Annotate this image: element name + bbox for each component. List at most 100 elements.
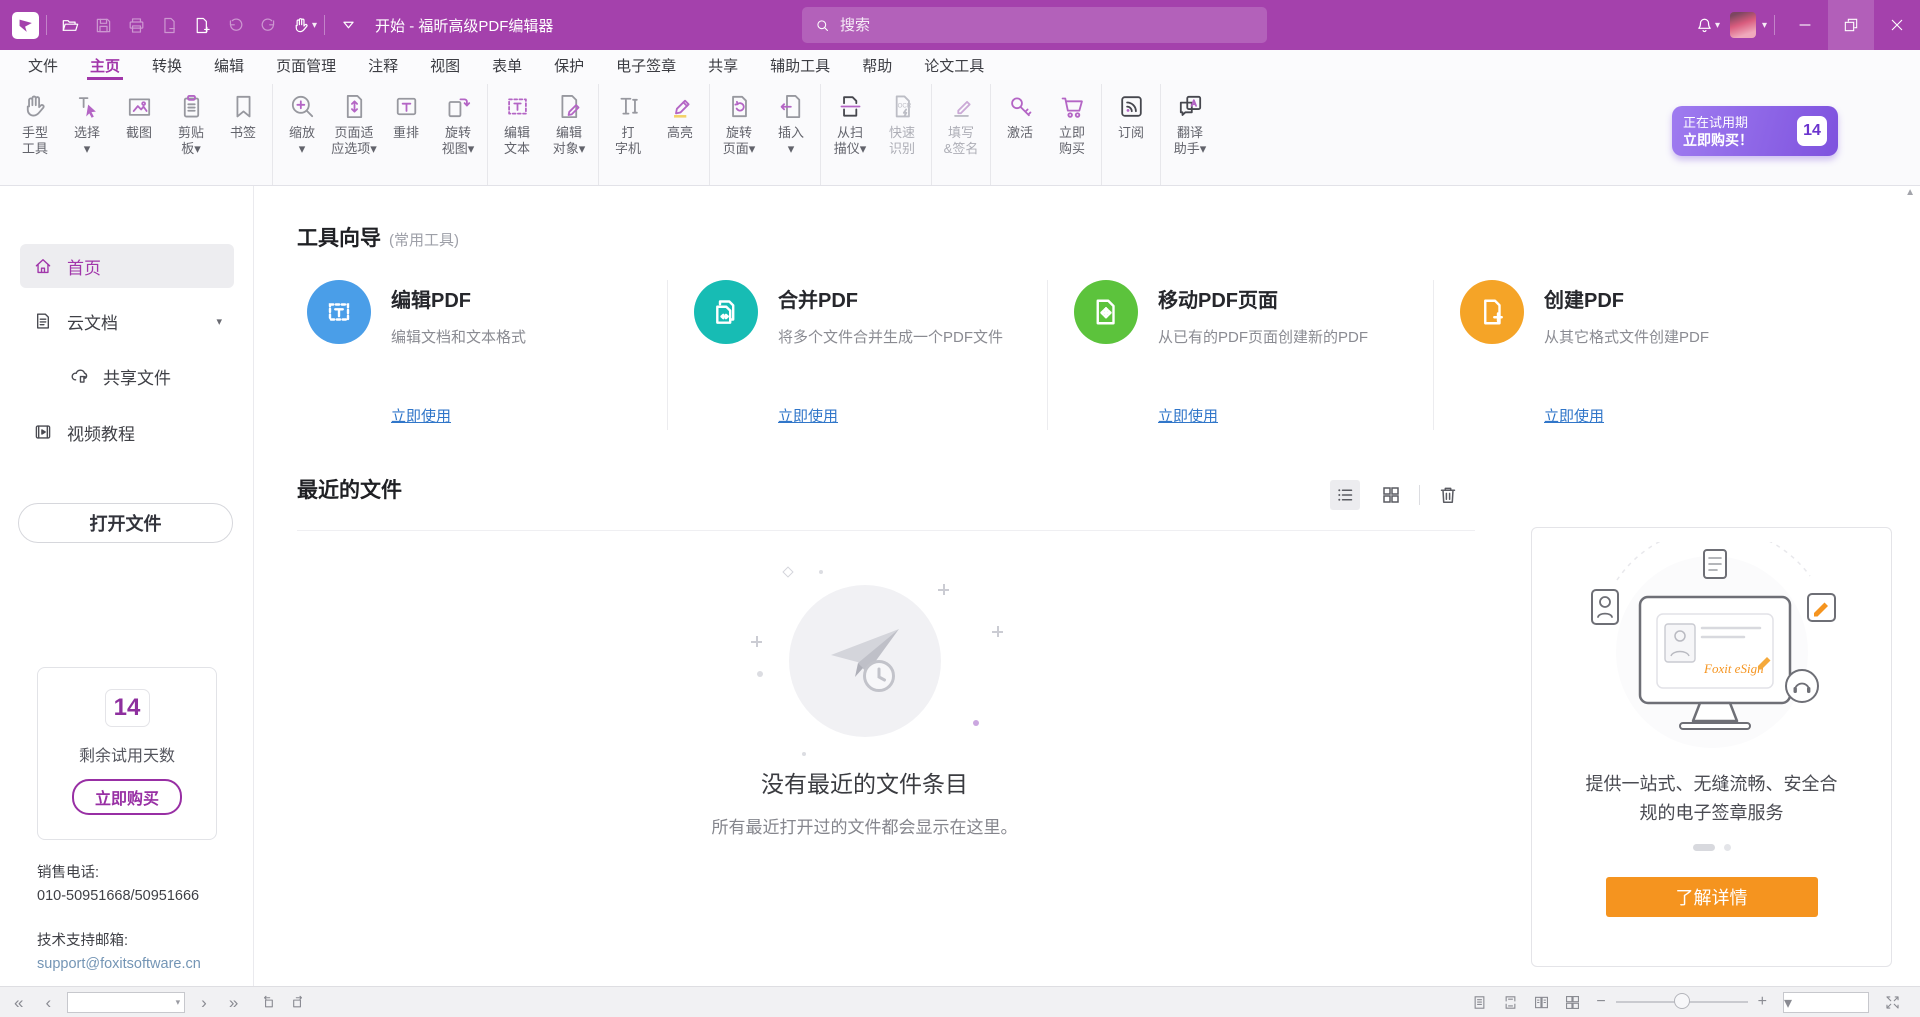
minimize-button[interactable] <box>1782 0 1828 50</box>
menu-share[interactable]: 共享 <box>692 50 754 80</box>
menu-view[interactable]: 视图 <box>414 50 476 80</box>
menu-accessibility[interactable]: 辅助工具 <box>754 50 846 80</box>
titlebar: ▾ 开始 - 福昕高级PDF编辑器 ▾ ▾ <box>0 0 1920 50</box>
next-page-button[interactable]: › <box>195 994 213 1011</box>
ribbon-tool-zoom[interactable]: 缩放▾ <box>276 84 328 185</box>
menu-thesis-tools[interactable]: 论文工具 <box>908 50 1000 80</box>
fullscreen-button[interactable] <box>1877 993 1908 1012</box>
trial-buy-badge[interactable]: 正在试用期 立即购买！ 14 <box>1672 106 1838 156</box>
undo-button[interactable] <box>219 0 252 50</box>
zoom-slider-thumb[interactable] <box>1674 993 1690 1009</box>
ribbon-tool-edit-object[interactable]: 编辑对象▾ <box>543 84 595 185</box>
rotate-left-button[interactable] <box>254 993 283 1012</box>
ribbon-tool-fill-sign[interactable]: 填写&签名 <box>935 84 987 185</box>
zoom-out-button[interactable]: − <box>1588 994 1613 1010</box>
zoom-slider[interactable] <box>1616 1001 1748 1003</box>
decor-plus <box>751 636 762 647</box>
use-now-link[interactable]: 立即使用 <box>1158 405 1218 426</box>
sidebar-item-shared-files[interactable]: 共享文件 <box>20 354 234 398</box>
ribbon-tool-rotate-pages[interactable]: 旋转页面▾ <box>713 84 765 185</box>
tool-card-merge-pdf[interactable]: 合并PDF 将多个文件合并生成一个PDF文件 立即使用 <box>667 280 1047 430</box>
facing-view-button[interactable] <box>1526 993 1557 1012</box>
collapse-ribbon-button[interactable] <box>332 0 365 50</box>
sidebar-item-video-tutorials[interactable]: 视频教程 <box>20 410 234 454</box>
menu-help[interactable]: 帮助 <box>846 50 908 80</box>
notifications-dropdown-caret[interactable]: ▾ <box>1715 20 1720 31</box>
menu-edit[interactable]: 编辑 <box>198 50 260 80</box>
account-dropdown-caret[interactable]: ▾ <box>1762 20 1767 31</box>
search-input[interactable] <box>840 17 1255 34</box>
ribbon-tool-snapshot[interactable]: 截图 <box>113 84 165 185</box>
menu-form[interactable]: 表单 <box>476 50 538 80</box>
rotate-right-button[interactable] <box>283 993 312 1012</box>
menu-comment[interactable]: 注释 <box>352 50 414 80</box>
redo-button[interactable] <box>252 0 285 50</box>
ribbon-tool-clipboard[interactable]: 剪贴板▾ <box>165 84 217 185</box>
home-icon <box>32 255 54 277</box>
cloud-docs-expand-caret[interactable]: ▾ <box>216 315 222 328</box>
carousel-dot-active[interactable] <box>1693 844 1715 851</box>
buy-now-pill-button[interactable]: 立即购买 <box>72 779 182 815</box>
search-box[interactable] <box>802 7 1267 43</box>
zoom-combo-caret[interactable]: ▾ <box>1784 995 1792 1012</box>
use-now-link[interactable]: 立即使用 <box>391 405 451 426</box>
sidebar-item-home[interactable]: 首页 <box>20 244 234 288</box>
save-quick-button[interactable] <box>87 0 120 50</box>
ribbon-tool-buy-now[interactable]: 立即购买 <box>1046 84 1098 185</box>
support-email-link[interactable]: support@foxitsoftware.cn <box>37 953 201 976</box>
ribbon-tool-insert[interactable]: 插入▾ <box>765 84 817 185</box>
ribbon-tool-page-fit-options[interactable]: 页面适应选项▾ <box>328 84 380 185</box>
zoom-level-combobox[interactable]: ▾ <box>1783 992 1869 1013</box>
close-button[interactable] <box>1874 0 1920 50</box>
delete-pages-quick-button[interactable] <box>153 0 186 50</box>
facing-continuous-view-button[interactable] <box>1557 993 1588 1012</box>
menu-convert[interactable]: 转换 <box>136 50 198 80</box>
ribbon-tool-activate[interactable]: 激活 <box>994 84 1046 185</box>
tool-card-move-pdf-pages[interactable]: 移动PDF页面 从已有的PDF页面创建新的PDF 立即使用 <box>1047 280 1433 430</box>
clear-recent-button[interactable] <box>1433 480 1463 510</box>
create-pdf-quick-button[interactable] <box>186 0 219 50</box>
ribbon-tool-select[interactable]: 选择▾ <box>61 84 113 185</box>
hand-tool-dropdown-caret[interactable]: ▾ <box>312 20 317 31</box>
carousel-dot[interactable] <box>1724 844 1731 851</box>
sidebar-item-cloud-docs[interactable]: 云文档 ▾ <box>20 299 234 343</box>
user-avatar[interactable] <box>1730 12 1756 38</box>
page-combo-caret[interactable]: ▾ <box>176 997 181 1008</box>
print-quick-button[interactable] <box>120 0 153 50</box>
open-file-button[interactable]: 打开文件 <box>18 503 233 543</box>
list-view-button[interactable] <box>1330 480 1360 510</box>
ribbon-tool-hand-tool[interactable]: 手型工具 <box>9 84 61 185</box>
page-number-combobox[interactable]: ▾ <box>67 992 185 1013</box>
learn-more-button[interactable]: 了解详情 <box>1606 877 1818 917</box>
previous-page-button[interactable]: ‹ <box>39 994 57 1011</box>
menu-esign[interactable]: 电子签章 <box>600 50 692 80</box>
restore-window-button[interactable] <box>1828 0 1874 50</box>
continuous-view-button[interactable] <box>1495 993 1526 1012</box>
single-page-view-button[interactable] <box>1464 993 1495 1012</box>
use-now-link[interactable]: 立即使用 <box>1544 405 1604 426</box>
ribbon-tool-typewriter[interactable]: 打字机 <box>602 84 654 185</box>
grid-view-button[interactable] <box>1376 480 1406 510</box>
zoom-in-button[interactable]: + <box>1750 994 1775 1010</box>
first-page-button[interactable]: « <box>8 994 29 1011</box>
scroll-up-arrow[interactable]: ▲ <box>1905 187 1915 198</box>
last-page-button[interactable]: » <box>223 994 244 1011</box>
ribbon-tool-translate-assistant[interactable]: 翻译助手▾ <box>1164 84 1216 185</box>
menu-file[interactable]: 文件 <box>12 50 74 80</box>
ribbon-tool-quick-recognize[interactable]: OCR快速识别 <box>876 84 928 185</box>
menu-protect[interactable]: 保护 <box>538 50 600 80</box>
ribbon-tool-subscribe[interactable]: 订阅 <box>1105 84 1157 185</box>
ribbon-tool-reflow[interactable]: 重排 <box>380 84 432 185</box>
ribbon-tool-bookmark[interactable]: 书签 <box>217 84 269 185</box>
tool-card-edit-pdf[interactable]: 编辑PDF 编辑文档和文本格式 立即使用 <box>297 280 667 430</box>
ribbon-tool-from-scanner[interactable]: 从扫描仪▾ <box>824 84 876 185</box>
ribbon-tool-edit-text[interactable]: 编辑文本 <box>491 84 543 185</box>
menu-home[interactable]: 主页 <box>74 50 136 80</box>
menu-page-organize[interactable]: 页面管理 <box>260 50 352 80</box>
use-now-link[interactable]: 立即使用 <box>778 405 838 426</box>
tool-card-create-pdf[interactable]: 创建PDF 从其它格式文件创建PDF 立即使用 <box>1433 280 1875 430</box>
ribbon-tool-highlight[interactable]: 高亮 <box>654 84 706 185</box>
open-file-quick-button[interactable] <box>54 0 87 50</box>
sidebar-item-label: 视频教程 <box>67 420 135 445</box>
ribbon-tool-rotate-view[interactable]: 旋转视图▾ <box>432 84 484 185</box>
